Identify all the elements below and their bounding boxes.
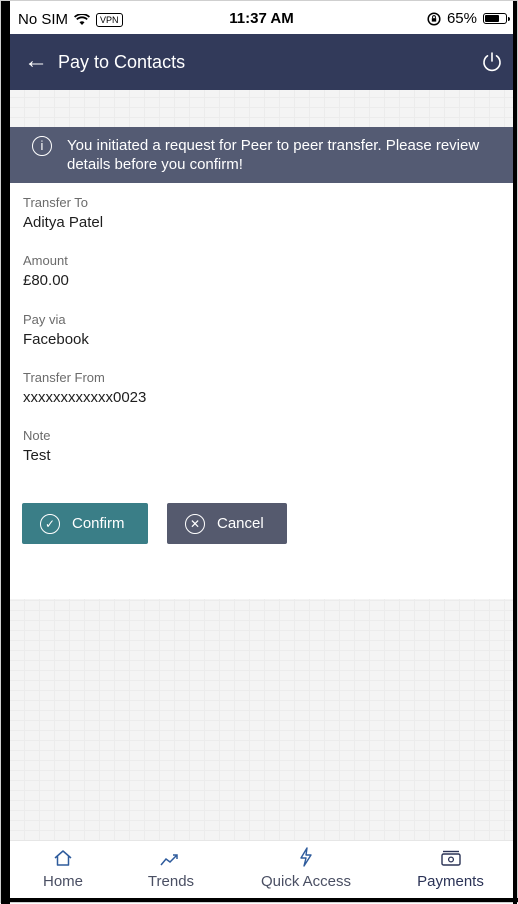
- cancel-label: Cancel: [217, 515, 264, 532]
- detail-label: Pay via: [23, 312, 66, 327]
- nav-item-quick-access[interactable]: Quick Access: [226, 841, 386, 901]
- nav-label: Trends: [147, 873, 195, 890]
- confirm-label: Confirm: [72, 515, 125, 532]
- nav-item-trends[interactable]: Trends: [116, 841, 226, 901]
- banner-message: You initiated a request for Peer to peer…: [67, 137, 480, 173]
- detail-value: xxxxxxxxxxxx0023: [23, 389, 147, 406]
- screen-edge-left: [1, 1, 10, 904]
- detail-label: Note: [23, 428, 51, 443]
- nav-label: Payments: [417, 873, 484, 890]
- back-arrow-icon[interactable]: ←: [24, 49, 48, 73]
- screen-edge-right: [513, 1, 517, 904]
- transfer-details: Transfer To Aditya Patel Amount £80.00 P…: [10, 183, 513, 599]
- background-pattern-top: [10, 90, 513, 127]
- detail-value: £80.00: [23, 272, 69, 289]
- detail-value: Test: [23, 447, 51, 464]
- background-pattern-bottom: [10, 599, 513, 840]
- detail-pay-via: Pay via Facebook: [23, 312, 89, 350]
- nav-label: Quick Access: [260, 873, 352, 890]
- nav-label: Home: [42, 873, 83, 890]
- close-circle-icon: ✕: [185, 513, 205, 534]
- bottom-nav: Home Trends Quick Access Payments: [10, 840, 515, 902]
- nav-item-home[interactable]: Home: [10, 841, 116, 901]
- info-icon: i: [32, 136, 52, 156]
- status-right: 65%: [427, 10, 510, 27]
- detail-amount: Amount £80.00: [23, 253, 69, 291]
- detail-value: Facebook: [23, 331, 89, 348]
- screen-edge-bottom: [1, 898, 518, 902]
- rotation-lock-icon: [427, 11, 441, 26]
- lightning-icon: [300, 847, 312, 867]
- battery-percent: 65%: [446, 10, 477, 27]
- cancel-button[interactable]: ✕ Cancel: [167, 503, 287, 544]
- app-frame: No SIM VPN 11:37 AM 65% ← Pay to Contact…: [0, 0, 518, 904]
- check-circle-icon: ✓: [40, 513, 60, 534]
- payments-icon: [440, 850, 461, 866]
- nav-item-payments[interactable]: Payments: [386, 841, 515, 902]
- detail-value: Aditya Patel: [23, 214, 104, 231]
- page-title: Pay to Contacts: [58, 52, 186, 72]
- app-header: ← Pay to Contacts: [10, 34, 513, 90]
- battery-icon: [483, 13, 510, 24]
- confirm-button[interactable]: ✓ Confirm: [22, 503, 148, 544]
- detail-note: Note Test: [23, 428, 51, 466]
- trends-icon: [160, 854, 178, 866]
- info-banner: i You initiated a request for Peer to pe…: [10, 127, 513, 183]
- home-icon: [54, 850, 72, 866]
- detail-label: Transfer From: [23, 370, 105, 385]
- status-bar: No SIM VPN 11:37 AM 65%: [10, 5, 513, 33]
- detail-label: Amount: [23, 253, 68, 268]
- detail-label: Transfer To: [23, 195, 89, 210]
- detail-transfer-from: Transfer From xxxxxxxxxxxx0023: [23, 370, 146, 408]
- detail-transfer-to: Transfer To Aditya Patel: [23, 195, 103, 233]
- power-icon[interactable]: [481, 51, 503, 73]
